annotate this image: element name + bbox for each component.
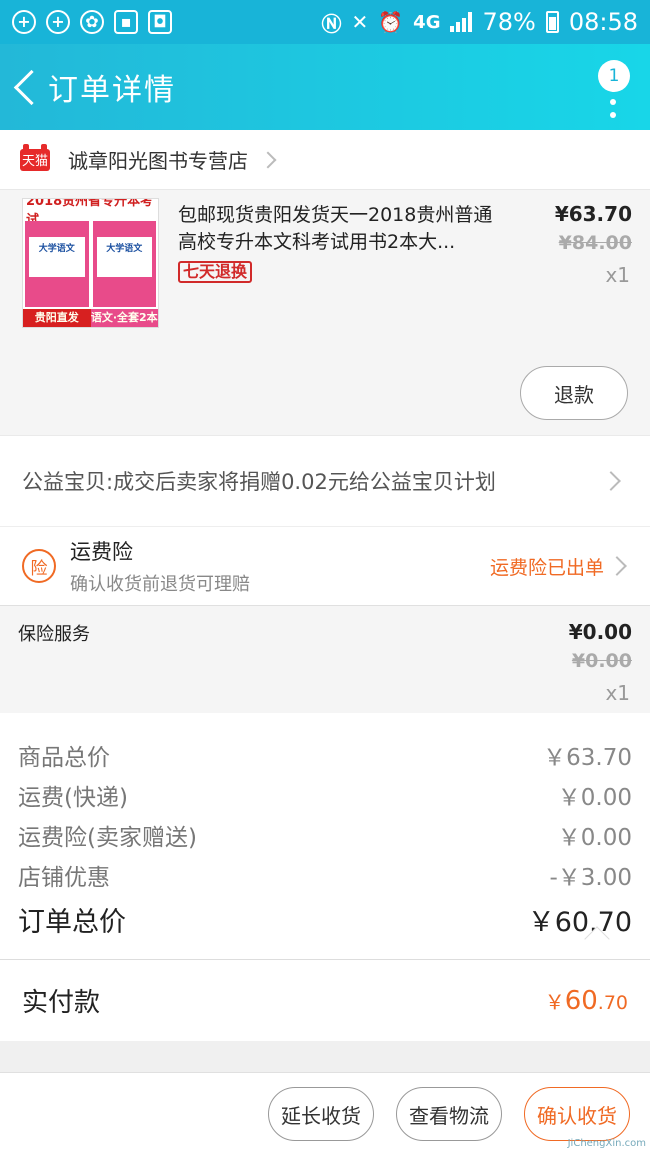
flower-app-icon: ✿ [80,10,104,34]
battery-percent: 78% [482,8,536,36]
freight-insurance-texts: 运费险 确认收货前退货可理赔 [70,536,490,596]
battery-icon [545,11,559,33]
summary-label: 店铺优惠 [18,865,110,891]
add-circle-icon-2: + [46,10,70,34]
notification-badge: 1 [598,60,630,92]
thumb-book-1-title: 大学语文 [29,237,85,277]
summary-row-discount: 店铺优惠 -￥3.00 [18,855,632,895]
product-title: 包邮现货贵阳发货天一2018贵州普通高校专升本文科考试用书2本大... [178,204,493,253]
freight-insurance-title: 运费险 [70,540,133,564]
watermark: JiChengXin.com [567,1138,646,1149]
chevron-right-icon [259,151,277,168]
summary-row-goods: 商品总价 ￥63.70 [18,735,632,775]
product-quantity: x1 [605,263,630,287]
shopping-bag-icon: ◘ [148,10,172,34]
extend-receipt-button[interactable]: 延长收货 [268,1087,374,1141]
alarm-icon: ⏰ [378,10,404,34]
back-arrow-icon[interactable] [6,44,46,130]
order-total-row: 订单总价 ￥60.70 [18,895,632,943]
image-icon: ▪ [114,10,138,34]
summary-label: 运费(快递) [18,785,128,811]
tmall-icon: 天猫 [20,143,50,171]
insurance-service-price: ¥0.00 [568,620,632,644]
mute-icon: ✕ [351,10,369,34]
actual-payment-value: ￥60.70 [545,986,628,1016]
insurance-service-original-price: ¥0.00 [571,650,632,672]
shop-name: 诚章阳光图书专营店 [68,149,248,173]
summary-label: 运费险(卖家赠送) [18,825,197,851]
thumb-books: 大学语文 大学语文 [23,219,158,309]
confirm-receipt-button[interactable]: 确认收货 [524,1087,630,1141]
thumb-book-2-title: 大学语文 [96,237,152,277]
insurance-service-quantity: x1 [605,681,630,705]
more-menu-button[interactable]: 1 [594,60,630,120]
view-logistics-button[interactable]: 查看物流 [396,1087,502,1141]
order-total-value: ￥60.70 [527,906,632,938]
clock: 08:58 [568,8,638,36]
thumb-right-text: 语文·全套2本 [90,311,158,324]
seven-day-return-tag: 七天退换 [178,261,253,283]
insurance-icon: 险 [22,549,56,583]
currency-symbol: ￥ [544,989,565,1014]
thumb-left-text: 贵阳直发 [23,309,91,327]
thumb-book-2: 大学语文 [92,221,156,307]
summary-value: ￥0.00 [557,785,632,811]
payment-integer: 60 [564,985,598,1016]
product-thumbnail[interactable]: 2018贵州省专升本考试 大学语文 大学语文 贵阳直发 语文·全套2本 [22,198,159,328]
payment-decimal: .70 [597,991,628,1014]
summary-row-shipping: 运费(快递) ￥0.00 [18,775,632,815]
bottom-action-bar: 延长收货 查看物流 确认收货 JiChengXin.com [0,1072,650,1155]
add-circle-icon: + [12,10,36,34]
price-summary: 商品总价 ￥63.70 运费(快递) ￥0.00 运费险(卖家赠送) ￥0.00… [0,713,650,959]
insurance-service-name: 保险服务 [18,624,90,645]
status-bar: + + ✿ ▪ ◘ Ⓝ ✕ ⏰ 4G 78% 08:58 [0,0,650,44]
status-left-icons: + + ✿ ▪ ◘ [12,10,172,34]
charity-row[interactable]: 公益宝贝:成交后卖家将捐赠0.02元给公益宝贝计划 [0,436,650,526]
status-right-icons: Ⓝ ✕ ⏰ 4G 78% 08:58 [322,8,639,37]
shop-row[interactable]: 天猫 诚章阳光图书专营店 [0,130,650,190]
summary-row-freight-insurance: 运费险(卖家赠送) ￥0.00 [18,815,632,855]
order-total-label: 订单总价 [18,906,126,938]
actual-payment-label: 实付款 [22,988,101,1018]
refund-button[interactable]: 退款 [520,366,628,420]
freight-insurance-row[interactable]: 险 运费险 确认收货前退货可理赔 运费险已出单 [0,526,650,605]
product-item[interactable]: 2018贵州省专升本考试 大学语文 大学语文 贵阳直发 语文·全套2本 包邮现货… [0,190,650,436]
charity-text: 公益宝贝:成交后卖家将捐赠0.02元给公益宝贝计划 [22,470,496,494]
thumb-book-1: 大学语文 [25,221,89,307]
product-original-price: ¥84.00 [558,232,632,254]
summary-label: 商品总价 [18,745,110,771]
summary-value: ￥0.00 [557,825,632,851]
insurance-service-item: 保险服务 ¥0.00 ¥0.00 x1 [0,605,650,713]
thumb-bottom: 贵阳直发 语文·全套2本 [23,309,158,327]
thumb-top-text: 2018贵州省专升本考试 [23,199,158,228]
network-label: 4G [413,11,441,33]
freight-insurance-status: 运费险已出单 [489,556,604,579]
actual-payment-row: 实付款 ￥60.70 [0,959,650,1041]
signal-icon [450,12,473,32]
summary-value: ￥63.70 [543,745,632,771]
page-title: 订单详情 [48,73,176,108]
chevron-right-icon [607,556,627,576]
nfc-icon: Ⓝ [321,11,342,36]
app-header: 订单详情 1 [0,44,650,130]
chevron-right-icon [601,471,621,491]
product-price: ¥63.70 [554,202,632,226]
freight-insurance-subtitle: 确认收货前退货可理赔 [70,574,250,595]
summary-value: -￥3.00 [549,865,632,891]
